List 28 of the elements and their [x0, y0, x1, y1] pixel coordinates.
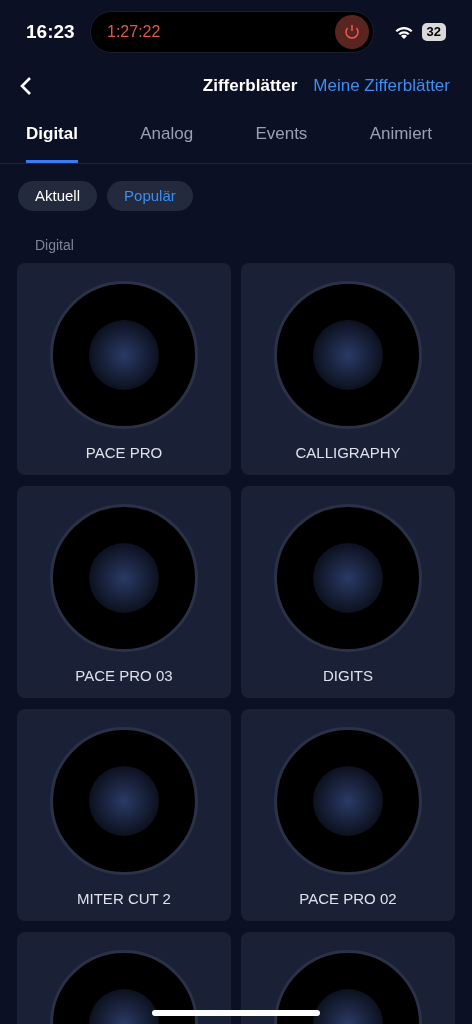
watch-face-card[interactable]: MITER CUT 2: [17, 709, 231, 921]
watch-face-name: PACE PRO 02: [299, 889, 397, 909]
status-time: 16:23: [26, 19, 76, 44]
watch-face-name: PACE PRO: [85, 443, 163, 463]
watch-face-name: DIGITS: [323, 666, 373, 686]
watch-face-name: PACE PRO 03: [75, 666, 173, 686]
section-title: Digital: [34, 236, 75, 255]
wifi-icon: [393, 24, 414, 40]
watch-face-card[interactable]: CALLIGRAPHY: [241, 263, 455, 475]
tab[interactable]: Analog: [140, 120, 194, 163]
watch-face-card[interactable]: PACE PRO: [17, 263, 231, 475]
watch-face-card[interactable]: PACE PRO 02: [241, 709, 455, 921]
activity-pill[interactable]: 1:27:22: [90, 11, 374, 53]
back-icon: [20, 76, 32, 96]
watch-face-card[interactable]: PACE PRO 03: [17, 486, 231, 698]
filter-chip[interactable]: Populär: [107, 181, 193, 211]
activity-timer: 1:27:22: [107, 22, 161, 42]
watch-face-name: CALLIGRAPHY: [295, 443, 401, 463]
tab[interactable]: Events: [255, 120, 308, 163]
my-watch-faces-link[interactable]: Meine Zifferblätter: [313, 73, 450, 99]
watch-face-card[interactable]: DIGITS: [241, 486, 455, 698]
filter-chip[interactable]: Aktuell: [18, 181, 98, 211]
tab[interactable]: Animiert: [369, 120, 432, 163]
battery-indicator: 32: [421, 23, 446, 41]
page-title: Zifferblätter: [202, 75, 298, 98]
watch-face-name: MITER CUT 2: [77, 889, 171, 909]
tab[interactable]: Digital: [26, 120, 78, 163]
power-icon: [335, 15, 369, 49]
